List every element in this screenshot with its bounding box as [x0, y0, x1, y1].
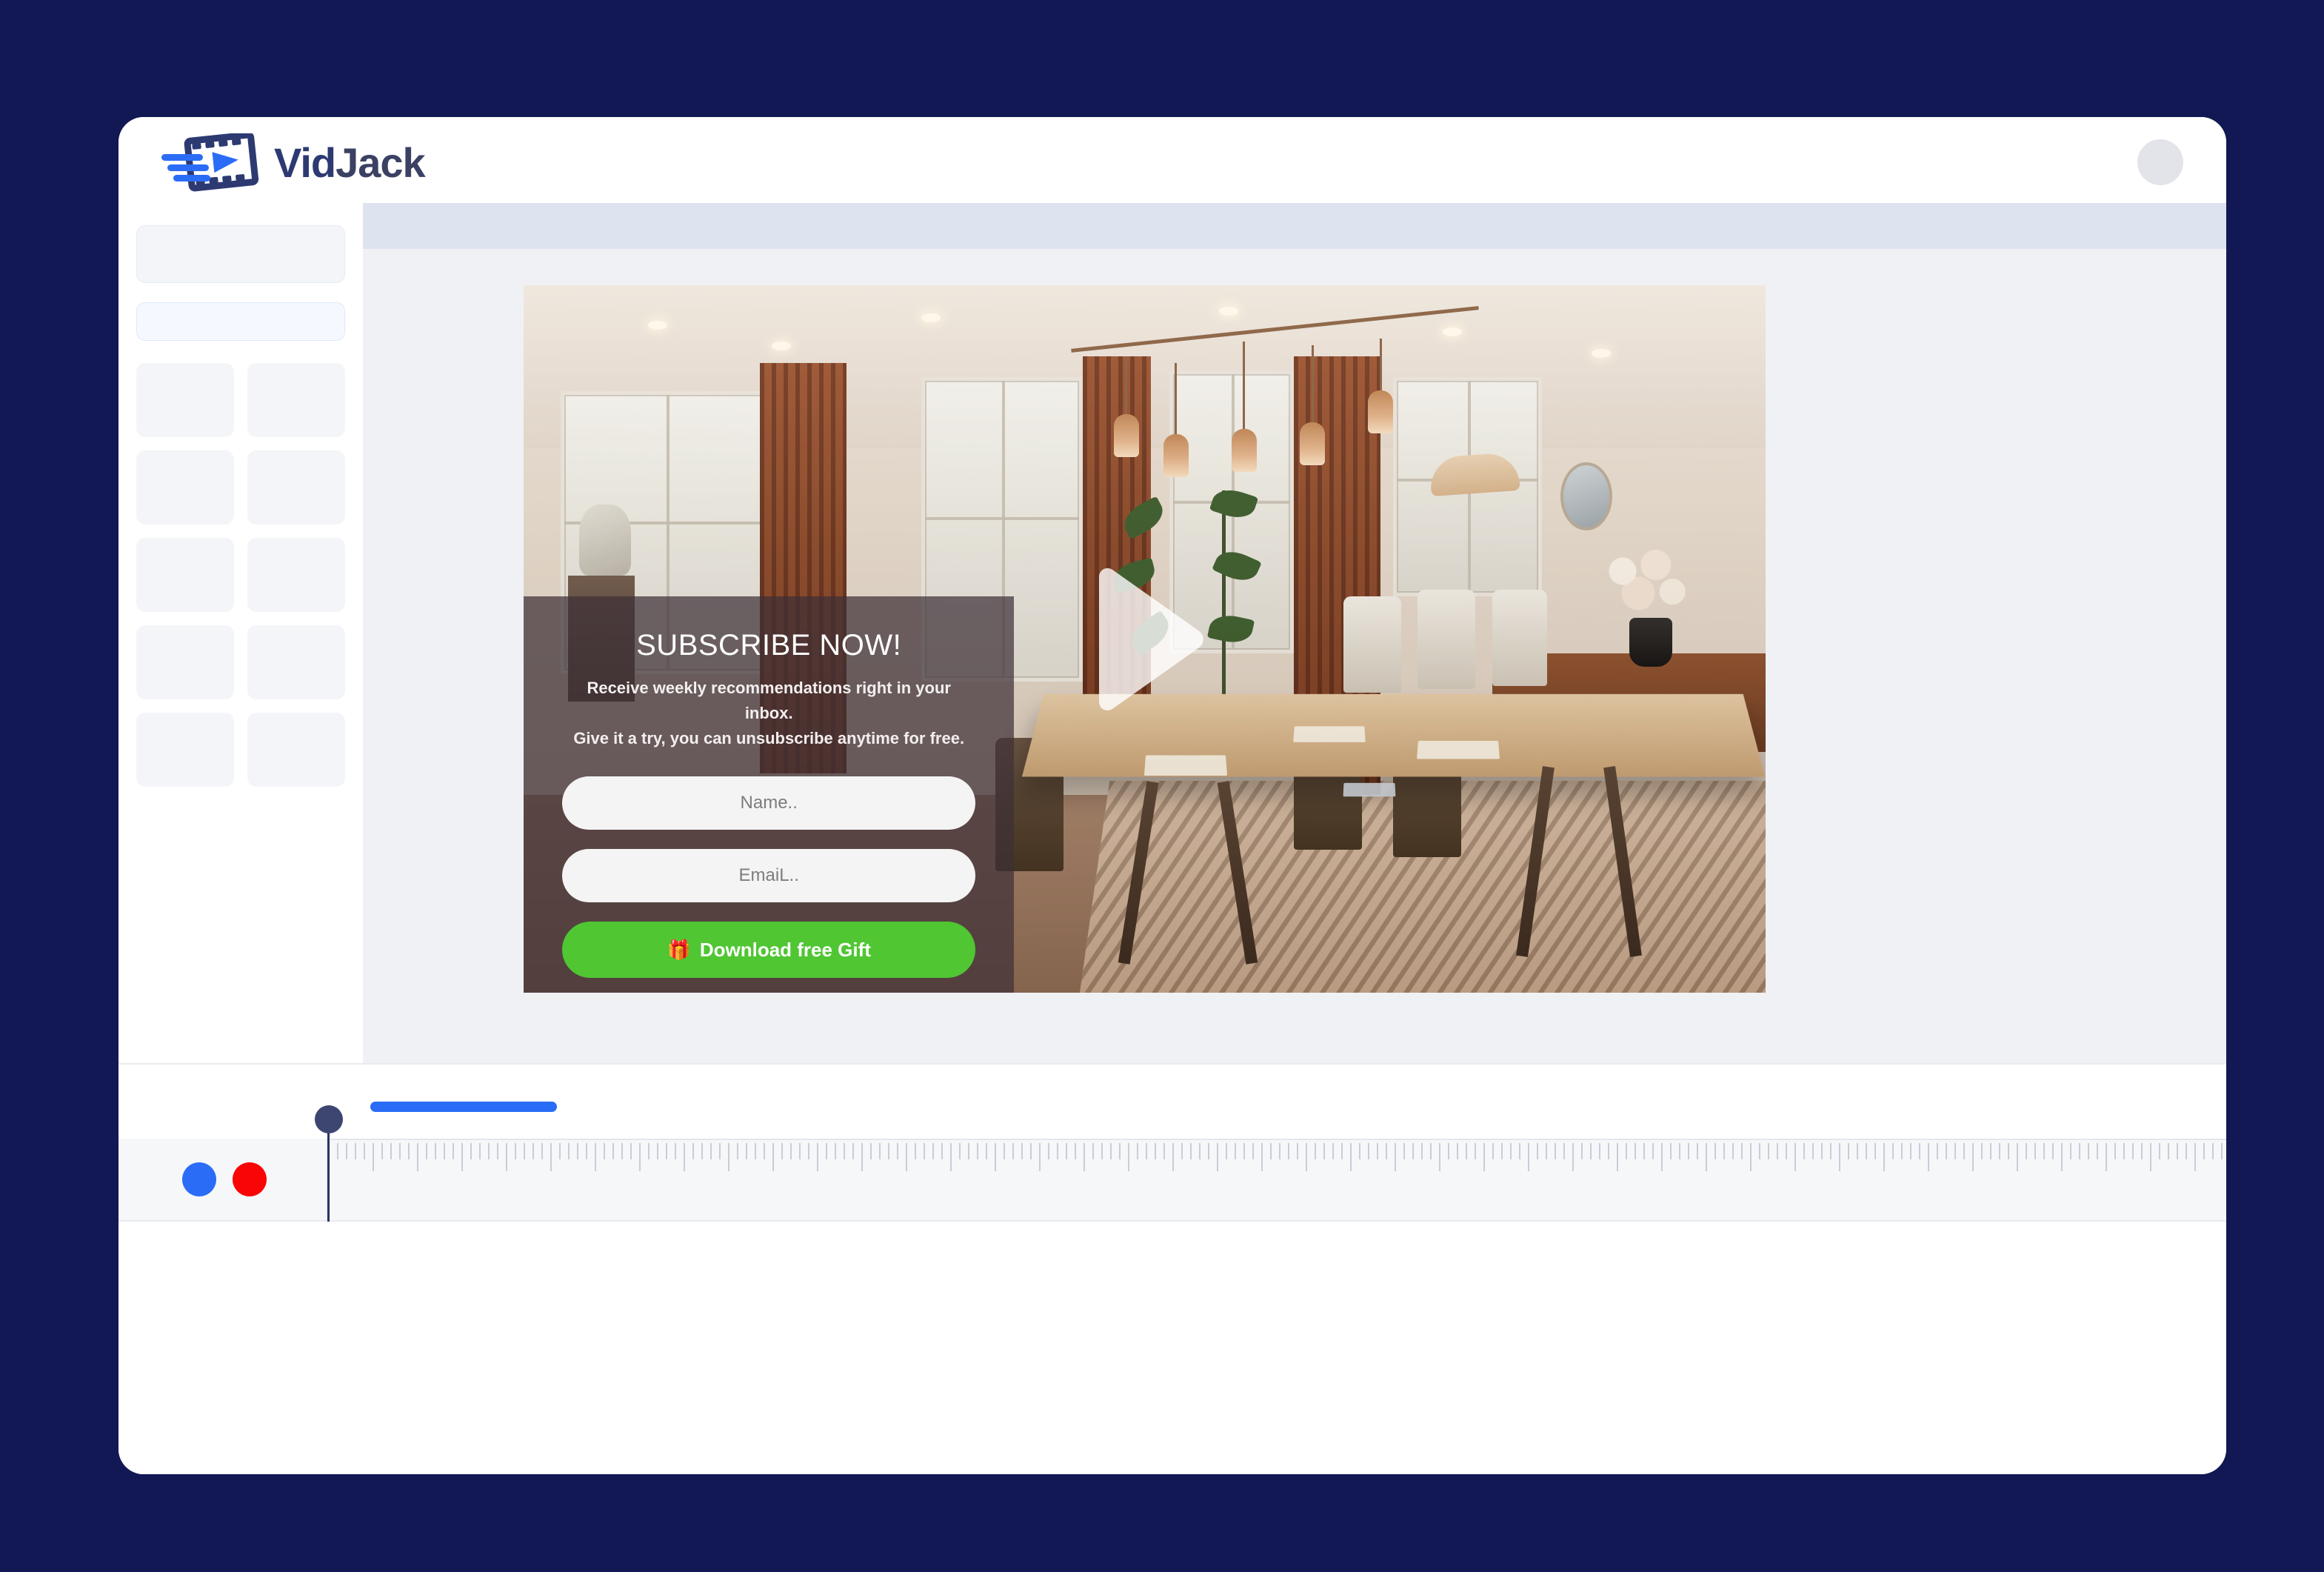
sidebar-tile-grid — [136, 363, 345, 787]
subscribe-line-1: Receive weekly recommendations right in … — [587, 679, 951, 723]
app-window: VidJack SUBSCRIBE NOW! Receive weekly re… — [118, 117, 2226, 1474]
subscribe-line-2: Give it a try, you can unsubscribe anyti… — [573, 729, 965, 748]
sidebar-tile[interactable] — [136, 450, 234, 524]
download-free-gift-button[interactable]: 🎁 Download free Gift — [562, 922, 976, 979]
timeline — [118, 1139, 2226, 1222]
sidebar-tile[interactable] — [247, 713, 345, 787]
subscribe-name-input[interactable] — [562, 776, 976, 830]
sidebar-tile[interactable] — [136, 538, 234, 612]
sidebar-tile[interactable] — [247, 538, 345, 612]
sidebar-card-accent[interactable] — [136, 302, 345, 341]
timeline-ruler[interactable] — [328, 1139, 2226, 1220]
sidebar-card-tall[interactable] — [136, 225, 345, 283]
brand-text: VidJack — [274, 139, 426, 186]
timeline-track-header — [118, 1139, 328, 1220]
subscribe-email-input[interactable] — [562, 849, 976, 903]
timeline-tracks-panel — [118, 1222, 2226, 1474]
toolbar-band — [363, 203, 2226, 249]
avatar[interactable] — [2137, 139, 2183, 185]
playhead-knob[interactable] — [315, 1105, 343, 1133]
brand-vid: Vid — [274, 139, 336, 186]
canvas-area: SUBSCRIBE NOW! Receive weekly recommenda… — [363, 203, 2226, 1063]
track-color-red-button[interactable] — [233, 1162, 267, 1196]
video-preview[interactable]: SUBSCRIBE NOW! Receive weekly recommenda… — [524, 285, 1766, 993]
sidebar-tile[interactable] — [136, 713, 234, 787]
sidebar-tile[interactable] — [247, 363, 345, 437]
brand-jack: Jack — [335, 139, 426, 186]
track-color-blue-button[interactable] — [182, 1162, 216, 1196]
sidebar-tile[interactable] — [247, 625, 345, 699]
download-free-gift-label: Download free Gift — [699, 938, 871, 961]
brand[interactable]: VidJack — [156, 133, 426, 193]
app-header: VidJack — [118, 117, 2226, 203]
gift-icon: 🎁 — [667, 939, 691, 962]
film-strip-play-icon — [161, 133, 259, 192]
zoom-level-bar[interactable] — [370, 1102, 557, 1112]
play-triangle-icon[interactable] — [1083, 567, 1207, 712]
sidebar-tile[interactable] — [136, 625, 234, 699]
sidebar-tile[interactable] — [136, 363, 234, 437]
subscribe-form-overlay: SUBSCRIBE NOW! Receive weekly recommenda… — [524, 596, 1015, 993]
sidebar-tile[interactable] — [247, 450, 345, 524]
subscribe-title: SUBSCRIBE NOW! — [636, 629, 902, 662]
control-bar — [118, 1063, 2226, 1139]
